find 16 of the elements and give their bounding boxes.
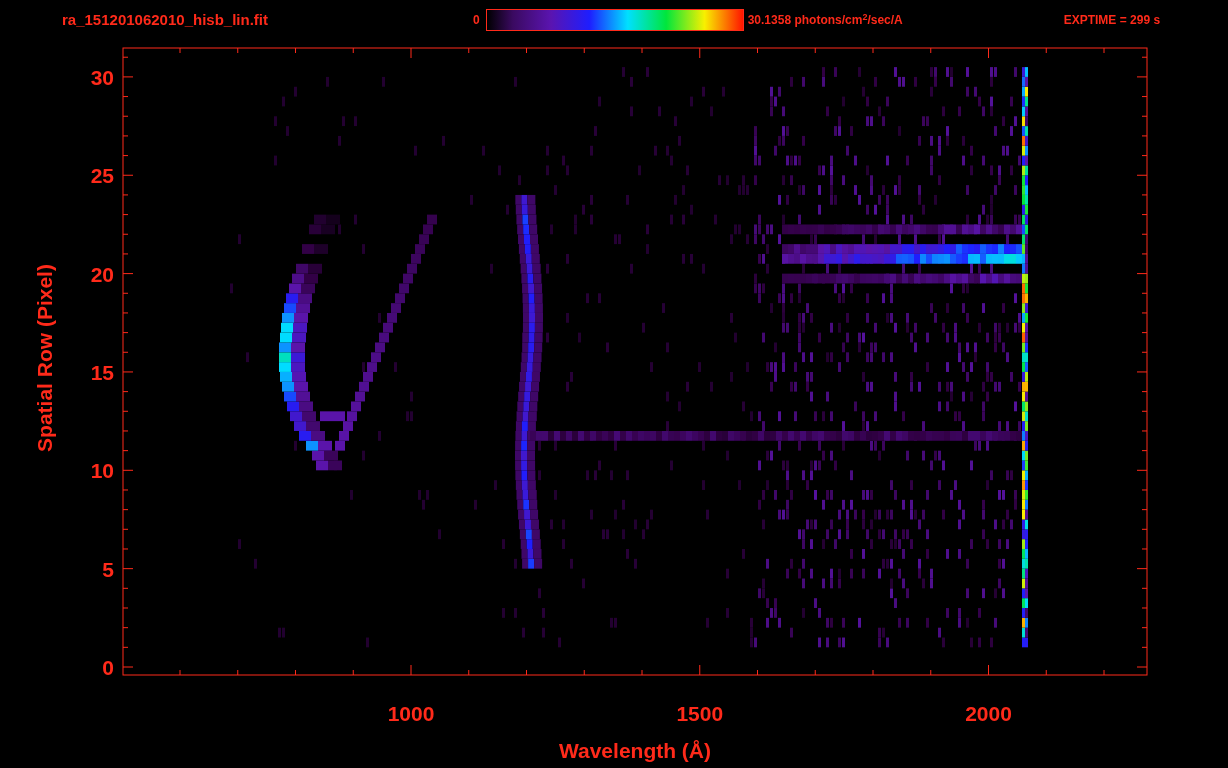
y-axis-label: Spatial Row (Pixel) [33, 264, 56, 452]
y-tick-label: 5 [102, 557, 114, 581]
x-axis-label: Wavelength (Å) [558, 739, 712, 762]
x-tick-label: 1500 [676, 702, 724, 725]
colorbar-max-label: 30.1358 photons/cm$^{2}$/sec/A [747, 11, 904, 29]
x-tick-label: 2000 [965, 702, 1012, 725]
y-tick-label: 25 [90, 164, 114, 188]
y-tick-label: 15 [90, 360, 114, 384]
exposure-time-label: EXPTIME = 299 s [1063, 12, 1161, 29]
x-tick-label: 1000 [387, 702, 435, 725]
y-tick-label: 0 [102, 656, 114, 679]
y-tick-label: 10 [90, 459, 114, 483]
file-title: ra_151201062010_hisb_lin.fit [62, 9, 269, 30]
y-tick-label: 20 [90, 262, 114, 286]
colorbar-min-label: 0 [473, 12, 480, 29]
y-tick-label: 30 [90, 65, 114, 89]
